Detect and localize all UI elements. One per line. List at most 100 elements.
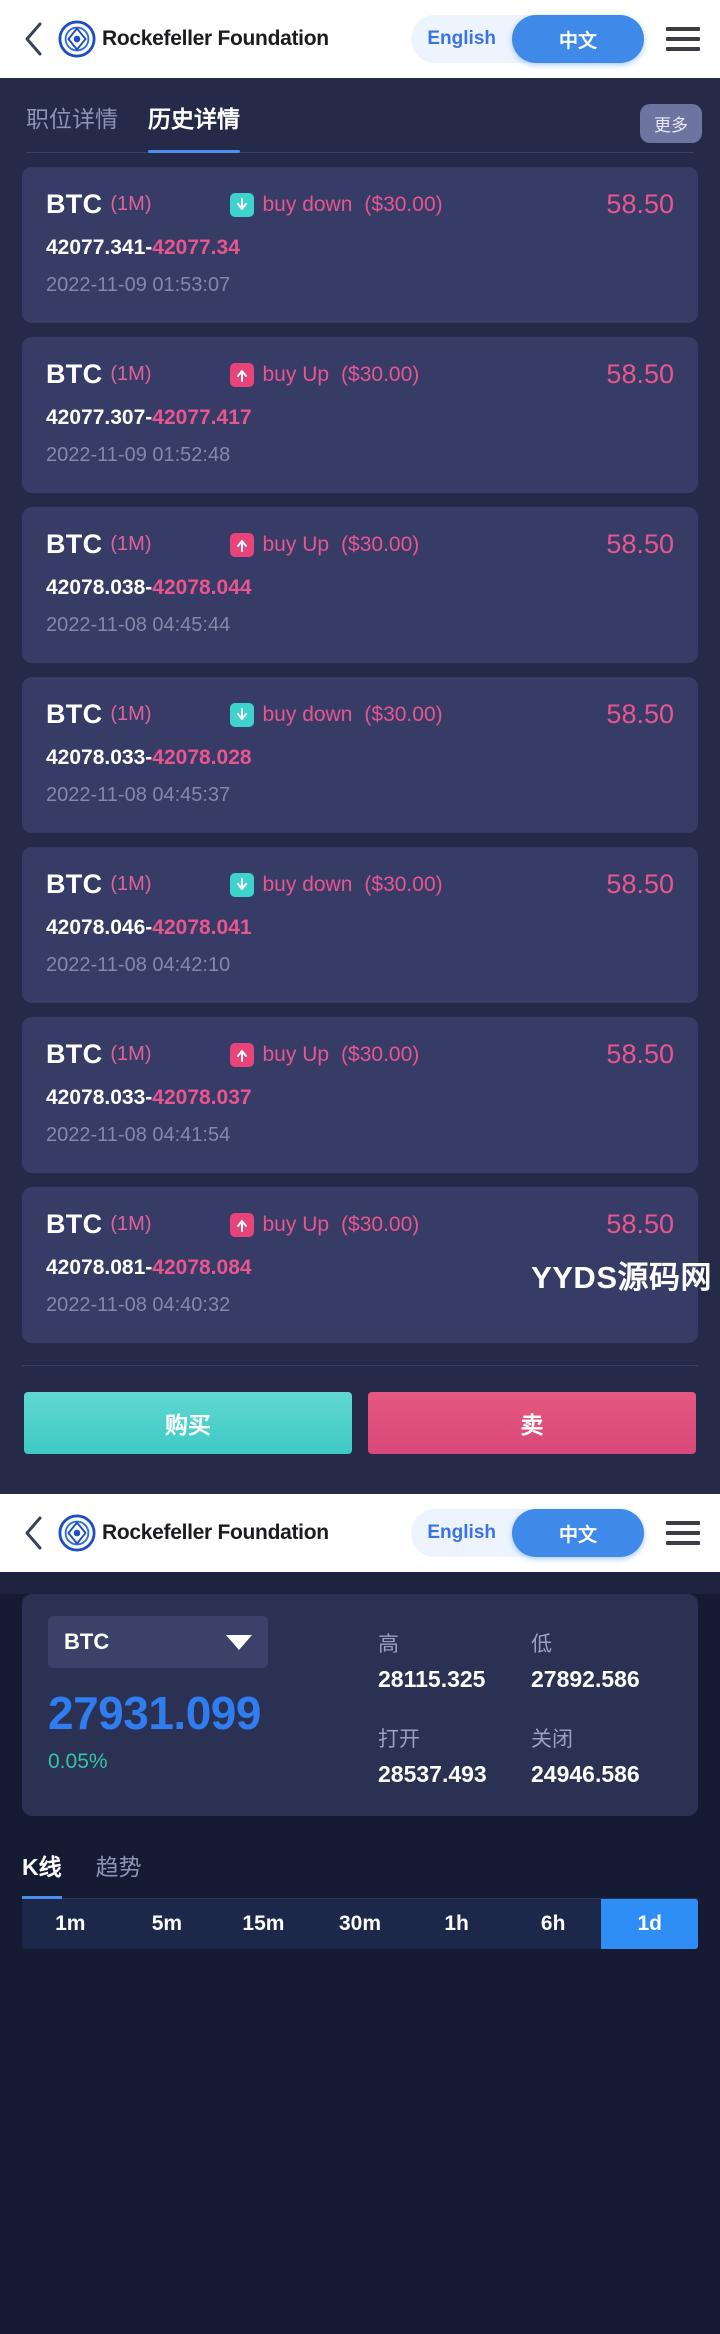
- chart-canvas[interactable]: [0, 1949, 720, 2249]
- lang-option-chinese-2[interactable]: 中文: [512, 1509, 644, 1557]
- app-page: Rockefeller Foundation English 中文 职位详情 历…: [0, 0, 720, 2334]
- trade-prices: 42078.033-42078.028: [46, 746, 674, 770]
- symbol-select[interactable]: BTC: [48, 1616, 268, 1668]
- timeframe-6h[interactable]: 6h: [505, 1899, 602, 1949]
- language-switch-2[interactable]: English 中文: [411, 1509, 644, 1557]
- trade-timestamp: 2022-11-09 01:53:07: [46, 274, 231, 296]
- trade-close-price: 42078.028: [152, 746, 252, 769]
- trade-direction-label: buy down: [262, 192, 353, 216]
- table-row[interactable]: BTC (1M) buy Up ($30.00) 58.50 42078.033…: [22, 1017, 698, 1173]
- lang-option-english-2[interactable]: English: [411, 1509, 512, 1557]
- trade-profit: 58.50: [606, 699, 674, 729]
- stat-low-label: 低: [531, 1633, 552, 1656]
- trade-period: (1M): [110, 703, 152, 725]
- back-button-2[interactable]: [18, 1513, 48, 1553]
- timeframe-1d[interactable]: 1d: [601, 1899, 698, 1949]
- timeframe-15m[interactable]: 15m: [215, 1899, 312, 1949]
- tab-trend[interactable]: 趋势: [96, 1848, 142, 1882]
- trade-summary-row: BTC (1M) buy Up ($30.00) 58.50: [46, 359, 674, 390]
- table-row[interactable]: BTC (1M) buy Up ($30.00) 58.50 42078.081…: [22, 1187, 698, 1343]
- trade-prices: 42077.341-42077.34: [46, 236, 674, 260]
- language-switch[interactable]: English 中文: [411, 15, 644, 63]
- trade-symbol: BTC: [46, 869, 103, 899]
- table-row[interactable]: BTC (1M) buy down ($30.00) 58.50 42077.3…: [22, 167, 698, 323]
- trade-amount: ($30.00): [341, 362, 420, 386]
- table-row[interactable]: BTC (1M) buy Up ($30.00) 58.50 42077.307…: [22, 337, 698, 493]
- trade-symbol: BTC: [46, 189, 103, 219]
- trade-prices: 42078.033-42078.037: [46, 1086, 674, 1110]
- trade-direction-label: buy Up: [262, 1212, 330, 1236]
- trade-close-price: 42078.044: [152, 576, 252, 599]
- trade-period: (1M): [110, 1043, 152, 1065]
- trade-profit: 58.50: [606, 1209, 674, 1239]
- trade-symbol: BTC: [46, 1209, 103, 1239]
- trade-direction: buy Up: [229, 1212, 330, 1237]
- trade-profit: 58.50: [606, 869, 674, 899]
- change-percent: 0.05%: [48, 1750, 108, 1773]
- trade-close-price: 42078.084: [152, 1256, 252, 1279]
- tab-history-detail[interactable]: 历史详情: [148, 100, 240, 153]
- trade-amount: ($30.00): [341, 1212, 420, 1236]
- hamburger-menu-icon[interactable]: [666, 19, 706, 59]
- trade-open-price: 42078.081: [46, 1256, 146, 1279]
- timeframe-selector: 1m 5m 15m 30m 1h 6h 1d: [22, 1899, 698, 1949]
- trade-timestamp: 2022-11-08 04:45:37: [46, 784, 231, 806]
- timeframe-30m[interactable]: 30m: [312, 1899, 409, 1949]
- timeframe-1h[interactable]: 1h: [408, 1899, 505, 1949]
- hamburger-menu-icon-2[interactable]: [666, 1513, 706, 1553]
- app-header: Rockefeller Foundation English 中文: [0, 0, 720, 78]
- trade-direction-label: buy Up: [262, 532, 330, 556]
- tab-position-detail[interactable]: 职位详情: [26, 100, 118, 152]
- trade-timestamp: 2022-11-08 04:40:32: [46, 1294, 231, 1316]
- trade-direction: buy down: [229, 872, 353, 897]
- trade-amount: ($30.00): [364, 872, 443, 896]
- trade-profit: 58.50: [606, 529, 674, 559]
- timeframe-5m[interactable]: 5m: [119, 1899, 216, 1949]
- table-row[interactable]: BTC (1M) buy down ($30.00) 58.50 42078.0…: [22, 847, 698, 1003]
- last-price: 27931.099: [48, 1687, 261, 1739]
- sell-button[interactable]: 卖: [368, 1392, 696, 1454]
- trade-summary-row: BTC (1M) buy down ($30.00) 58.50: [46, 699, 674, 730]
- trade-period: (1M): [110, 193, 152, 215]
- trade-profit: 58.50: [606, 359, 674, 389]
- lang-option-chinese[interactable]: 中文: [512, 15, 644, 63]
- action-buttons: 购买 卖: [0, 1366, 720, 1488]
- trade-direction-label: buy down: [262, 702, 353, 726]
- rockefeller-logo-icon: [58, 1514, 96, 1552]
- trade-amount: ($30.00): [364, 192, 443, 216]
- arrow-down-icon: [229, 192, 254, 217]
- trade-open-price: 42077.307: [46, 406, 146, 429]
- tab-kline[interactable]: K线: [22, 1848, 62, 1899]
- trade-profit: 58.50: [606, 189, 674, 219]
- chart-tabbar: K线 趋势: [22, 1848, 698, 1899]
- arrow-up-icon: [229, 362, 254, 387]
- stat-close-label: 关闭: [531, 1728, 573, 1751]
- arrow-down-icon: [229, 872, 254, 897]
- stat-low: 低 27892.586: [531, 1628, 672, 1693]
- trade-prices: 42078.046-42078.041: [46, 916, 674, 940]
- trade-direction: buy down: [229, 192, 353, 217]
- trade-close-price: 42078.041: [152, 916, 252, 939]
- trade-direction-label: buy down: [262, 872, 353, 896]
- stat-high-label: 高: [378, 1633, 399, 1656]
- trade-summary-row: BTC (1M) buy Up ($30.00) 58.50: [46, 1039, 674, 1070]
- trade-direction: buy Up: [229, 532, 330, 557]
- trade-open-price: 42078.038: [46, 576, 146, 599]
- stat-close-value: 24946.586: [531, 1761, 640, 1787]
- trade-summary-row: BTC (1M) buy Up ($30.00) 58.50: [46, 529, 674, 560]
- timeframe-1m[interactable]: 1m: [22, 1899, 119, 1949]
- table-row[interactable]: BTC (1M) buy down ($30.00) 58.50 42078.0…: [22, 677, 698, 833]
- trade-prices: 42077.307-42077.417: [46, 406, 674, 430]
- buy-button[interactable]: 购买: [24, 1392, 352, 1454]
- stat-high: 高 28115.325: [378, 1628, 519, 1693]
- trade-prices: 42078.081-42078.084: [46, 1256, 674, 1280]
- lang-option-english[interactable]: English: [411, 15, 512, 63]
- trade-direction-label: buy Up: [262, 1042, 330, 1066]
- table-row[interactable]: BTC (1M) buy Up ($30.00) 58.50 42078.038…: [22, 507, 698, 663]
- trade-timestamp: 2022-11-08 04:42:10: [46, 954, 231, 976]
- arrow-up-icon: [229, 1212, 254, 1237]
- back-button[interactable]: [18, 19, 48, 59]
- trade-open-price: 42078.046: [46, 916, 146, 939]
- more-button[interactable]: 更多: [640, 104, 702, 143]
- trade-open-price: 42078.033: [46, 1086, 146, 1109]
